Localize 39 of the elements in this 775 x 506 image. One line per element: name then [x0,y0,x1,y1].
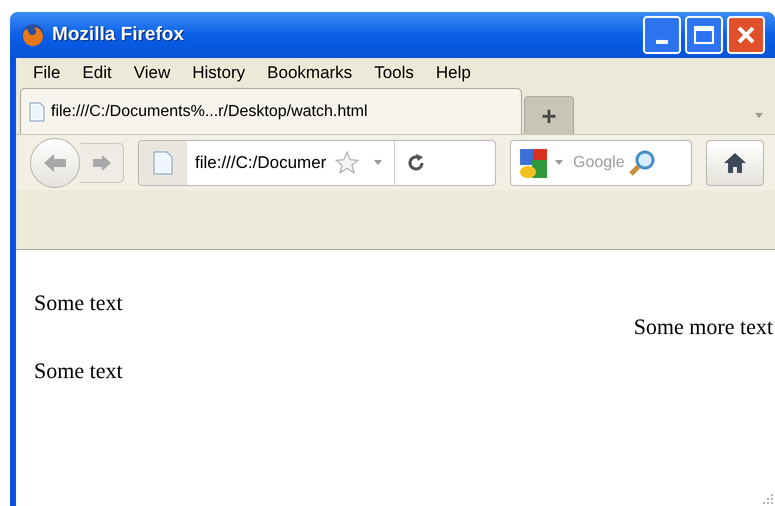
forward-arrow-icon [90,152,112,172]
maximize-icon [694,26,714,44]
body-text: Some text [34,290,124,316]
body-text: Some text [34,358,124,384]
resize-grip-icon[interactable] [763,494,773,504]
dropdown-arrow-icon[interactable] [755,113,763,118]
dropdown-arrow-icon[interactable] [374,160,382,165]
reload-icon[interactable] [406,152,426,172]
star-icon[interactable] [334,150,360,176]
menu-item[interactable]: Bookmarks [256,60,364,86]
menu-item[interactable]: File [22,60,72,86]
close-button[interactable] [727,16,765,54]
menu-item[interactable]: History [181,60,256,86]
tab-title: file:///C:/Documents%...r/Desktop/watch.html [51,102,368,122]
home-icon [723,152,747,174]
minimize-button[interactable] [643,16,681,54]
menu-item[interactable]: Edit [71,60,123,86]
page-icon [153,150,173,174]
close-icon [736,25,756,45]
search-icon[interactable] [626,148,657,178]
search-placeholder: Google [573,152,625,172]
minimize-icon [656,40,668,44]
address-text: file:///C:/Documer [195,152,326,174]
back-arrow-icon [42,152,68,174]
dropdown-arrow-icon[interactable] [555,160,563,165]
menu-item[interactable]: View [122,60,182,86]
menu-item[interactable]: Tools [363,60,425,86]
address-bar[interactable]: file:///C:/Documer [138,140,496,186]
browser-tab[interactable]: file:///C:/Documents%...r/Desktop/watch.html [20,88,522,134]
new-tab-button[interactable]: + [524,96,574,134]
body-text: Some more text [634,314,773,340]
forward-button[interactable] [80,142,124,182]
home-button[interactable] [706,140,764,186]
page-icon [29,102,45,122]
window-title: Mozilla Firefox [52,22,184,47]
maximize-button[interactable] [685,16,723,54]
back-button[interactable] [30,138,80,188]
menu-item[interactable]: Help [424,60,482,86]
firefox-logo-icon [20,22,46,48]
